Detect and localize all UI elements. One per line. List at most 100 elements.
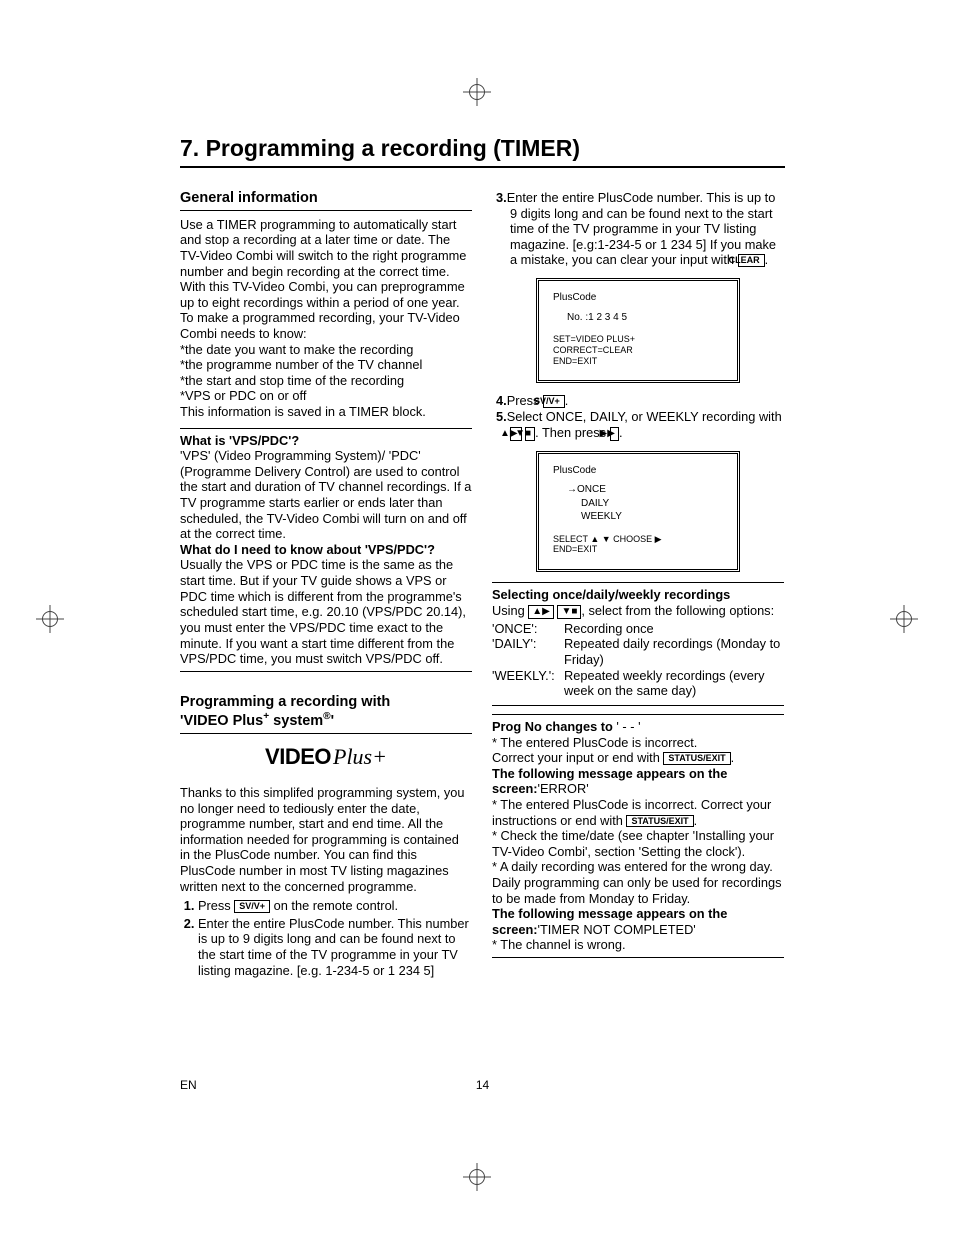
videoplus-logo: VIDEOPlus+ <box>180 744 472 771</box>
selectbox-lead-pre: Using <box>492 603 528 618</box>
left-column: General information Use a TIMER programm… <box>180 190 472 980</box>
selectbox-lead-post: , select from the following options: <box>581 603 774 618</box>
svv-button-icon: SV/V+ <box>234 900 270 913</box>
videoplus-heading-l1: Programming a recording with <box>180 694 472 712</box>
osd-frequency-select: PlusCode →ONCE DAILY WEEKLY SELECT ▲ ▼ C… <box>536 451 740 573</box>
frequency-options: 'ONCE': Recording once 'DAILY': Repeated… <box>492 621 784 699</box>
videoplus-heading-post: system <box>269 713 323 729</box>
opt-daily-val: Repeated daily recordings (Monday to Fri… <box>564 636 784 667</box>
osd1-title: PlusCode <box>553 291 723 305</box>
general-bullet-3: *the start and stop time of the recordin… <box>180 373 472 389</box>
step-3: 3.Enter the entire PlusCode number. This… <box>492 190 784 268</box>
osd1-line: No. :1 2 3 4 5 <box>553 311 723 325</box>
progno-h-pre: Prog No changes to <box>492 719 613 734</box>
step-1: Press SV/V+ on the remote control. <box>198 898 472 914</box>
general-tail: This information is saved in a TIMER blo… <box>180 404 472 420</box>
opt-daily-key: 'DAILY': <box>492 636 560 652</box>
section-rule <box>180 210 472 211</box>
right-column: 3.Enter the entire PlusCode number. This… <box>492 190 784 980</box>
step-4: 4.Press SV/V+. <box>492 393 784 409</box>
step1-post: on the remote control. <box>270 898 398 913</box>
progno-l2-pre: Correct your input or end with <box>492 750 663 765</box>
status-exit-button-icon: STATUS/EXIT <box>663 752 730 765</box>
osd2-f1: SELECT ▲ ▼ CHOOSE ▶ <box>553 534 723 545</box>
opt-once-key: 'ONCE': <box>492 621 560 637</box>
step5-post: . <box>619 425 623 440</box>
progno-l2-post: . <box>731 750 735 765</box>
up-button-icon-2: ▲▶ <box>528 605 554 619</box>
step5-pre: Select ONCE, DAILY, or WEEKLY recording … <box>507 409 782 424</box>
progno-l3: * The entered PlusCode is incorrect. Cor… <box>492 797 784 828</box>
general-bullet-2: *the programme number of the TV channel <box>180 357 472 373</box>
general-heading: General information <box>180 190 472 208</box>
steps-list-left: Press SV/V+ on the remote control. Enter… <box>180 898 472 978</box>
progno-error-box: Prog No changes to ' - - ' * The entered… <box>492 714 784 958</box>
step-5: 5.Select ONCE, DAILY, or WEEKLY recordin… <box>492 409 784 441</box>
osd1-f2: CORRECT=CLEAR <box>553 345 723 356</box>
fwd-button-icon: ▶▶ <box>610 427 619 441</box>
language-label: EN <box>180 1078 197 1092</box>
status-exit-button-icon-2: STATUS/EXIT <box>626 815 693 828</box>
down-button-icon-2: ▼■ <box>557 605 581 619</box>
osd1-f3: END=EXIT <box>553 356 723 367</box>
progno-h3-b: 'TIMER NOT COMPLETED' <box>538 922 696 937</box>
osd2-opt1: →ONCE <box>553 483 723 497</box>
registration-mark-right <box>890 605 918 633</box>
progno-h2-a: The following message appears on the scr… <box>492 766 727 797</box>
manual-page: 7. Programming a recording (TIMER) Gener… <box>0 0 954 1235</box>
step-2: Enter the entire PlusCode number. This n… <box>198 916 472 978</box>
clear-button-icon: CLEAR <box>738 254 765 267</box>
progno-h2: The following message appears on the scr… <box>492 766 784 797</box>
logo-script: Plus+ <box>333 744 387 769</box>
two-column-layout: General information Use a TIMER programm… <box>180 190 785 980</box>
progno-l6: * The channel is wrong. <box>492 937 784 953</box>
registration-mark-left <box>36 605 64 633</box>
osd2-opt2: DAILY <box>553 497 723 511</box>
general-bullet-1: *the date you want to make the recording <box>180 342 472 358</box>
general-bullet-4: *VPS or PDC on or off <box>180 388 472 404</box>
videoplus-heading-l2: 'VIDEO Plus+ system®' <box>180 713 472 731</box>
page-number: 14 <box>476 1078 489 1092</box>
videoplus-heading-pre: 'VIDEO Plus <box>180 713 263 729</box>
osd-pluscode-entry: PlusCode No. :1 2 3 4 5 SET=VIDEO PLUS+ … <box>536 278 740 383</box>
selectbox-heading: Selecting once/daily/weekly recordings <box>492 587 730 602</box>
select-frequency-box: Selecting once/daily/weekly recordings U… <box>492 582 784 706</box>
down-button-icon: ▼■ <box>525 427 535 441</box>
section-rule-2 <box>180 733 472 734</box>
step1-pre: Press <box>198 898 234 913</box>
progno-l3-post: . <box>694 813 698 828</box>
videoplus-heading-end: ' <box>331 713 334 729</box>
osd2-opt3: WEEKLY <box>553 510 723 524</box>
opt-weekly-val: Repeated weekly recordings (every week o… <box>564 668 784 699</box>
progno-h2-b: 'ERROR' <box>538 781 589 796</box>
vps-q1: What is 'VPS/PDC'? <box>180 433 299 448</box>
progno-l2: Correct your input or end with STATUS/EX… <box>492 750 784 766</box>
vps-q2: What do I need to know about 'VPS/PDC'? <box>180 542 435 557</box>
page-footer: EN 14 <box>180 1078 785 1092</box>
vps-info-box: What is 'VPS/PDC'? 'VPS' (Video Programm… <box>180 428 472 672</box>
content-area: 7. Programming a recording (TIMER) Gener… <box>180 135 785 980</box>
title-rule <box>180 166 785 168</box>
step4-post: . <box>565 393 569 408</box>
step5-mid: . Then press <box>535 425 609 440</box>
selectbox-lead: Using ▲▶ ▼■, select from the following o… <box>492 603 784 619</box>
general-body: Use a TIMER programming to automatically… <box>180 217 472 342</box>
registration-mark-top <box>463 78 491 106</box>
opt-weekly-key: 'WEEKLY.': <box>492 668 560 684</box>
progno-l1: * The entered PlusCode is incorrect. <box>492 735 784 751</box>
progno-h3: The following message appears on the scr… <box>492 906 784 937</box>
vps-a1: 'VPS' (Video Programming System)/ 'PDC' … <box>180 448 472 542</box>
page-title: 7. Programming a recording (TIMER) <box>180 135 785 162</box>
videoplus-intro: Thanks to this simplifed programming sys… <box>180 785 472 894</box>
progno-l5: * A daily recording was entered for the … <box>492 859 784 906</box>
step3-end: . <box>765 252 769 267</box>
registration-mark-bottom <box>463 1163 491 1191</box>
progno-l4: * Check the time/date (see chapter 'Inst… <box>492 828 784 859</box>
logo-word: VIDEO <box>265 744 331 769</box>
osd2-title: PlusCode <box>553 464 723 478</box>
progno-h-post: ' - - ' <box>613 719 641 734</box>
osd1-f1: SET=VIDEO PLUS+ <box>553 334 723 345</box>
progno-heading: Prog No changes to ' - - ' <box>492 719 784 735</box>
svv-button-icon-2: SV/V+ <box>543 395 565 408</box>
osd2-f2: END=EXIT <box>553 544 723 555</box>
